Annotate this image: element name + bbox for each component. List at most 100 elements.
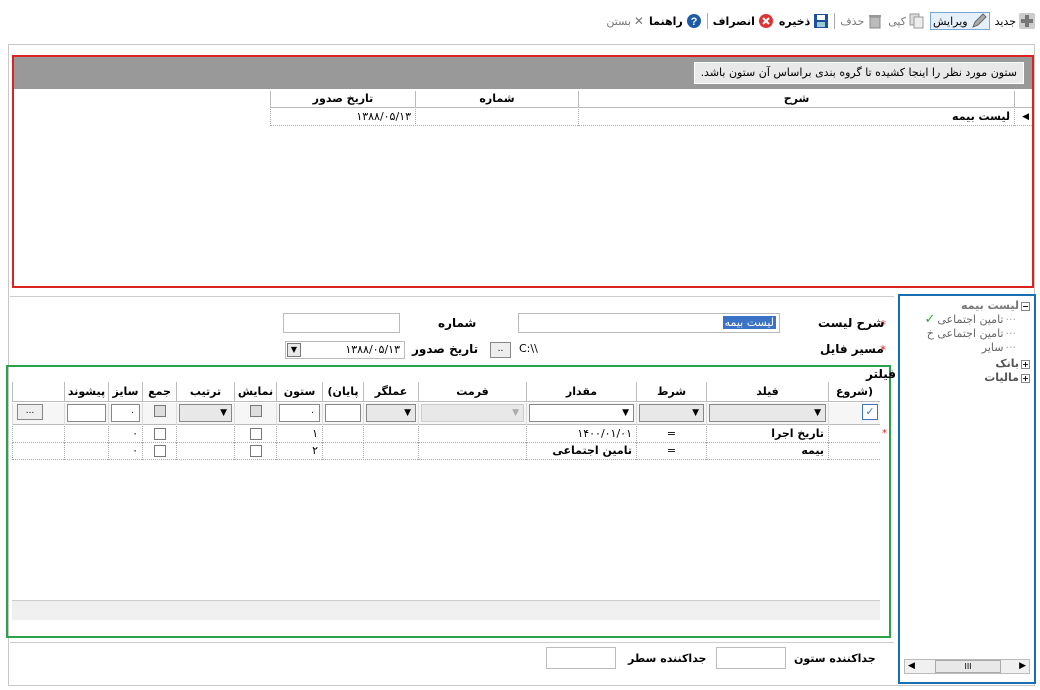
tree-node-tax[interactable]: + مالیات	[902, 371, 1030, 385]
toolbar-separator	[706, 13, 708, 29]
svg-text:?: ?	[690, 16, 697, 28]
save-button[interactable]: ذخیره	[779, 13, 829, 29]
delete-button[interactable]: حذف	[840, 13, 883, 29]
cell-sum[interactable]	[142, 443, 176, 460]
cancel-button[interactable]: انصراف	[713, 13, 774, 29]
column-header-close-paren[interactable]: پایان)	[322, 382, 363, 401]
copy-button[interactable]: کپی	[888, 13, 925, 29]
prefix-filter-input[interactable]	[67, 404, 106, 422]
show-checkbox[interactable]	[249, 428, 262, 440]
cell-condition[interactable]: =	[636, 426, 706, 443]
column-header-sum[interactable]: جمع	[142, 382, 176, 401]
help-button[interactable]: ? راهنما	[649, 13, 702, 29]
cell-size[interactable]: ۰	[108, 443, 142, 460]
cell-field[interactable]: بیمه	[706, 443, 828, 460]
cell-operator[interactable]	[363, 443, 418, 460]
column-header-format[interactable]: فرمت	[418, 382, 526, 401]
edit-button[interactable]: ویرایش	[929, 12, 990, 30]
issue-date-field[interactable]: ۱۳۸۸/۰۵/۱۳ ▼	[285, 341, 405, 359]
collapse-icon[interactable]: −	[1021, 301, 1030, 311]
cell-close-paren[interactable]	[322, 443, 363, 460]
column-header-size[interactable]: سایز	[108, 382, 142, 401]
scroll-left-icon[interactable]: ◀	[908, 661, 915, 671]
cell-prefix[interactable]	[64, 443, 108, 460]
column-header-value[interactable]: مقدار	[526, 382, 636, 401]
tree-horizontal-scrollbar[interactable]: ◀ III ▶	[904, 659, 1030, 674]
column-header-order[interactable]: ترتیب	[176, 382, 234, 401]
cell-size[interactable]: ۰	[108, 426, 142, 443]
file-path-field[interactable]: C:\\	[516, 341, 782, 359]
tree-line: ···	[1005, 327, 1017, 340]
close-icon: ✕	[633, 14, 644, 28]
scroll-right-icon[interactable]: ▶	[1019, 661, 1026, 671]
value-filter-dropdown[interactable]: ▼	[529, 404, 634, 422]
cell-open-paren[interactable]	[828, 443, 880, 460]
cell-value[interactable]: تامین اجتماعی	[526, 443, 636, 460]
tree-node-bank[interactable]: + بانک	[902, 357, 1030, 371]
cell-extra	[12, 443, 64, 460]
cell-order[interactable]	[176, 443, 234, 460]
column-filter-input[interactable]: ۰	[279, 404, 320, 422]
cell-show[interactable]	[234, 426, 276, 443]
sum-checkbox[interactable]	[153, 445, 166, 457]
tree-node-label: سایر	[981, 341, 1004, 354]
help-icon: ?	[686, 13, 702, 29]
cell-show[interactable]	[234, 443, 276, 460]
table-row[interactable]: بیمه = تامین اجتماعی ۲ ۰	[12, 443, 880, 460]
column-header-open-paren[interactable]: (شروع	[828, 382, 880, 401]
table-row[interactable]: تاریخ اجرا = ۱۴۰۰/۰۱/۰۱ ۱ ۰	[12, 426, 880, 443]
cell-order[interactable]	[176, 426, 234, 443]
cell-sum[interactable]	[142, 426, 176, 443]
category-tree[interactable]: − لیست بیمه ··· تامین اجتماعی ✓ ··· تامی…	[902, 299, 1030, 385]
expand-icon[interactable]: +	[1021, 359, 1030, 369]
scroll-thumb[interactable]: III	[935, 660, 1001, 673]
tree-node-child[interactable]: ··· سایر	[902, 341, 1030, 355]
tree-node-child[interactable]: ··· تامین اجتماعی ✓	[902, 313, 1030, 327]
cell-prefix[interactable]	[64, 426, 108, 443]
list-desc-field[interactable]: لیست بیمه	[518, 313, 780, 333]
cell-open-paren[interactable]	[828, 426, 880, 443]
cell-column[interactable]: ۱	[276, 426, 322, 443]
cell-condition[interactable]: =	[636, 443, 706, 460]
order-filter-dropdown[interactable]: ▼	[179, 404, 232, 422]
cancel-icon	[758, 13, 774, 29]
condition-filter-dropdown[interactable]: ▼	[639, 404, 704, 422]
number-field[interactable]	[283, 313, 400, 333]
cell-format[interactable]	[418, 443, 526, 460]
filter-grid-footer	[12, 600, 880, 620]
column-header-column[interactable]: ستون	[276, 382, 322, 401]
close-button[interactable]: ✕ بستن	[606, 14, 644, 28]
tree-node-child[interactable]: ··· تامین اجتماعی خ	[902, 327, 1030, 341]
size-filter-input[interactable]: ۰	[111, 404, 140, 422]
column-header-condition[interactable]: شرط	[636, 382, 706, 401]
close-paren-filter-input[interactable]	[325, 404, 361, 422]
sum-checkbox[interactable]	[153, 428, 166, 440]
filter-checkbox[interactable]: ✓	[862, 404, 878, 420]
cell-value[interactable]: ۱۴۰۰/۰۱/۰۱	[526, 426, 636, 443]
col-sep-field[interactable]	[716, 647, 786, 669]
column-header-prefix[interactable]: پیشوند	[64, 382, 108, 401]
operator-filter-dropdown[interactable]: ▼	[366, 404, 416, 422]
format-filter-dropdown[interactable]: ▼	[421, 404, 524, 422]
cell-field[interactable]: تاریخ اجرا	[706, 426, 828, 443]
tree-node-root[interactable]: − لیست بیمه	[902, 299, 1030, 313]
cell-format[interactable]	[418, 426, 526, 443]
cell-operator[interactable]	[363, 426, 418, 443]
cancel-label: انصراف	[712, 14, 755, 28]
cell-column[interactable]: ۲	[276, 443, 322, 460]
show-checkbox[interactable]	[249, 445, 262, 457]
new-button[interactable]: جدید	[995, 13, 1035, 29]
column-header-show[interactable]: نمایش	[234, 382, 276, 401]
cell-close-paren[interactable]	[322, 426, 363, 443]
date-dropdown-icon[interactable]: ▼	[287, 343, 301, 357]
sum-filter-checkbox[interactable]	[153, 405, 166, 417]
field-filter-dropdown[interactable]: ▼	[709, 404, 826, 422]
row-sep-field[interactable]	[546, 647, 616, 669]
browse-button[interactable]: ..	[490, 342, 511, 358]
expand-icon[interactable]: +	[1021, 373, 1030, 383]
more-button[interactable]: ...	[17, 404, 43, 420]
column-header-field[interactable]: فیلد	[706, 382, 828, 401]
issue-date-value: ۱۳۸۸/۰۵/۱۳	[345, 343, 400, 356]
column-header-operator[interactable]: عملگر	[363, 382, 418, 401]
show-filter-checkbox[interactable]	[249, 405, 262, 417]
